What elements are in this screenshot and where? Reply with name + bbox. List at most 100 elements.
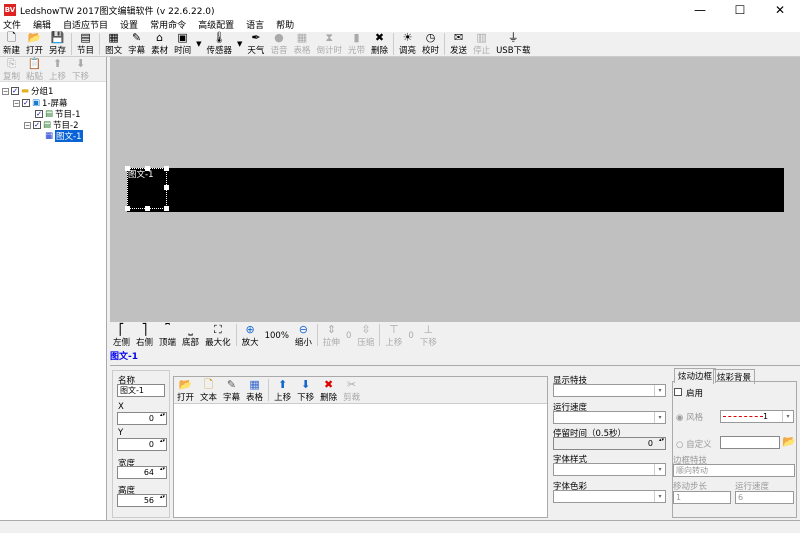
dropdown-arrow-icon[interactable]: ▼ <box>196 40 201 48</box>
checkbox[interactable]: ✓ <box>11 87 19 95</box>
toolbar-button-thermometer[interactable]: 🌡 传感器 <box>204 31 236 56</box>
style-select[interactable]: 1 ▾ <box>720 410 794 423</box>
toolbar-button-picture-text[interactable]: ▦ 图文 <box>102 31 125 56</box>
collapse-icon[interactable]: − <box>24 121 31 129</box>
toolbar-button-hourglass[interactable]: ⧗ 倒计时 <box>313 31 345 56</box>
minimize-button[interactable]: — <box>680 0 720 20</box>
resize-handle[interactable] <box>125 166 130 171</box>
checkbox[interactable]: ✓ <box>22 99 30 107</box>
edit-canvas[interactable]: 图文-1 <box>110 57 800 322</box>
resize-handle[interactable] <box>145 206 150 211</box>
zoom-in-button[interactable]: ⊕ 放大 <box>239 323 262 348</box>
font-style-select[interactable]: ▾ <box>553 463 666 476</box>
tree-toolbar-button[interactable]: ⬇ 下移 <box>69 57 92 82</box>
collapse-icon[interactable]: − <box>2 87 9 95</box>
tab-color-background[interactable]: 炫彩背景 <box>713 369 756 384</box>
move-step-select[interactable]: 1 <box>673 491 731 504</box>
editor-button[interactable]: ▦ 表格 <box>243 378 266 403</box>
tree-node-area[interactable]: ▦ 图文-1 <box>45 130 83 142</box>
tree-tool-icon: ⎘ <box>7 57 16 70</box>
stay-time-spinner[interactable]: 0 <box>553 437 666 450</box>
toolbar-button-usb[interactable]: ⏚ USB下载 <box>493 31 533 56</box>
tree-node-group[interactable]: − ✓ ▬ 分组1 <box>2 85 53 97</box>
resize-handle[interactable] <box>164 166 169 171</box>
display-effect-select[interactable]: ▾ <box>553 384 666 397</box>
toolbar-button-subtitle[interactable]: ✎ 字幕 <box>125 31 148 56</box>
name-input[interactable]: 图文-1 <box>117 384 165 397</box>
maximize-button[interactable]: ☐ <box>720 0 760 20</box>
toolbar-button-stop[interactable]: ▥ 停止 <box>470 31 493 56</box>
close-button[interactable]: ✕ <box>760 0 800 20</box>
font-color-select[interactable]: ▾ <box>553 490 666 503</box>
tree-toolbar-button[interactable]: ⬆ 上移 <box>46 57 69 82</box>
separator <box>99 33 101 55</box>
zoom-out-button[interactable]: ⊖ 缩小 <box>292 323 315 348</box>
toolbar-label: 表格 <box>293 46 311 56</box>
tree-tool-icon: ⬆ <box>52 57 63 70</box>
align-top-button[interactable]: ⎴ 顶端 <box>156 323 179 348</box>
editor-button[interactable]: ⬆ 上移 <box>271 378 294 403</box>
stretch-button[interactable]: ⇕ 拉伸 <box>320 323 343 348</box>
toolbar-button-brightness[interactable]: ☀ 调亮 <box>396 31 419 56</box>
content-editor[interactable]: 📂 打开 🗋 文本 ✎ 字幕 ▦ 表格 ⬆ 上移 ⬇ 下移 ✖ 删除 ✂ 剪裁 <box>173 376 548 518</box>
align-bottom-button[interactable]: ⎵ 底部 <box>179 323 202 348</box>
tab-dynamic-border[interactable]: 炫动边框 <box>674 368 717 383</box>
editor-button[interactable]: 📂 打开 <box>174 378 197 403</box>
border-effect-select[interactable]: 顺向转动 <box>673 464 795 477</box>
editor-button[interactable]: ✎ 字幕 <box>220 378 243 403</box>
resize-handle[interactable] <box>164 185 169 190</box>
checkbox[interactable]: ✓ <box>33 121 41 129</box>
enable-checkbox[interactable] <box>674 388 682 396</box>
toolbar-button-table[interactable]: ▦ 表格 <box>290 31 313 56</box>
style-radio[interactable]: ◉ 风格 <box>676 411 703 423</box>
checkbox[interactable]: ✓ <box>35 110 43 118</box>
resize-handle[interactable] <box>125 206 130 211</box>
toolbar-button-new-file[interactable]: 🗋 新建 <box>0 31 23 56</box>
toolbar-button-save[interactable]: 💾 另存 <box>46 31 69 56</box>
toolbar-button-material[interactable]: ⌂ 素材 <box>148 31 171 56</box>
resize-handle[interactable] <box>164 206 169 211</box>
editor-button[interactable]: ✖ 删除 <box>317 378 340 403</box>
editor-button[interactable]: 🗋 文本 <box>197 378 220 403</box>
custom-radio[interactable]: ○ 自定义 <box>676 438 712 450</box>
height-spinner[interactable]: 56 <box>117 494 167 507</box>
title-bar: BV LedshowTW 2017图文编辑软件 (v 22.6.22.0) — … <box>0 0 800 20</box>
collapse-icon[interactable]: − <box>13 99 20 107</box>
compress-button[interactable]: ⇳ 压缩 <box>354 323 377 348</box>
border-speed-select[interactable]: 6 <box>735 491 794 504</box>
width-spinner[interactable]: 64 <box>117 466 167 479</box>
maximize-area-button[interactable]: ⛶ 最大化 <box>202 323 234 348</box>
custom-path-input[interactable] <box>720 436 780 449</box>
dropdown-arrow-icon[interactable]: ▼ <box>237 40 242 48</box>
brightness-icon: ☀ <box>402 31 413 44</box>
toolbar-button-sync-time[interactable]: ◷ 校时 <box>419 31 442 56</box>
align-left-button[interactable]: ⎡ 左侧 <box>110 323 133 348</box>
x-spinner[interactable]: 0 <box>117 412 167 425</box>
run-speed-select[interactable]: ▾ <box>553 411 666 424</box>
toolbar-button-delete[interactable]: ✖ 删除 <box>368 31 391 56</box>
move-down-button[interactable]: ⊥ 下移 <box>417 323 440 348</box>
browse-folder-icon[interactable]: 📂 <box>782 435 796 448</box>
toolbar-button-light-band[interactable]: ▮ 光带 <box>345 31 368 56</box>
zoom-out-icon: ⊖ <box>298 323 309 336</box>
toolbar-button-weather[interactable]: ✒ 天气 <box>244 31 267 56</box>
label: 左侧 <box>113 338 131 348</box>
hourglass-icon: ⧗ <box>325 31 334 44</box>
toolbar-button-send[interactable]: ✉ 发送 <box>447 31 470 56</box>
toolbar-button-program[interactable]: ▤ 节目 <box>74 31 97 56</box>
toolbar-button-open-folder[interactable]: 📂 打开 <box>23 31 46 56</box>
y-spinner[interactable]: 0 <box>117 438 167 451</box>
tree-toolbar-button[interactable]: 📋 粘贴 <box>23 57 46 82</box>
toolbar-button-voice[interactable]: ● 语音 <box>267 31 290 56</box>
move-up-button[interactable]: ⊤ 上移 <box>382 323 405 348</box>
led-screen[interactable] <box>127 168 784 212</box>
subtitle-icon: ✎ <box>131 31 142 44</box>
editor-button[interactable]: ⬇ 下移 <box>294 378 317 403</box>
selected-area[interactable]: 图文-1 <box>125 166 169 211</box>
resize-handle[interactable] <box>145 166 150 171</box>
clock-icon: ▣ <box>177 31 188 44</box>
tree-toolbar-button[interactable]: ⎘ 复制 <box>0 57 23 82</box>
toolbar-button-clock[interactable]: ▣ 时间 <box>171 31 194 56</box>
align-right-button[interactable]: ⎤ 右侧 <box>133 323 156 348</box>
editor-button[interactable]: ✂ 剪裁 <box>340 378 363 403</box>
